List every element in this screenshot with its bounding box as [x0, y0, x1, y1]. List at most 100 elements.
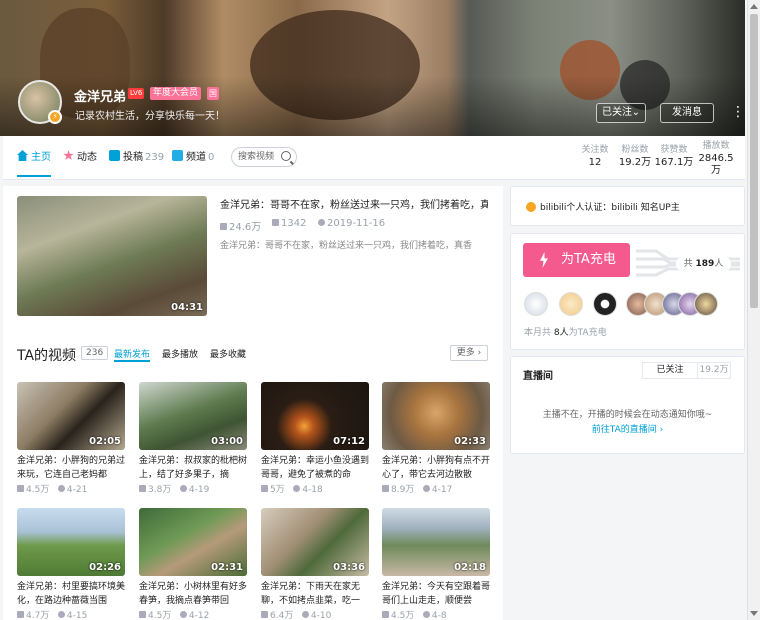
video-meta: 5万 4-18 — [261, 482, 323, 495]
tab-dynamic-label: 动态 — [77, 152, 97, 163]
supporter-avatar[interactable] — [593, 292, 617, 316]
supporter-avatar[interactable] — [524, 292, 548, 316]
video-meta: 6.4万 4-10 — [261, 608, 331, 620]
play-icon — [382, 611, 389, 618]
tab-channel-count: 0 — [208, 152, 215, 163]
live-offline-message: 主播不在，开播的时候会在动态通知你哦~ — [542, 410, 713, 420]
space-nav: 主页 动态 投稿 239 频道 0 搜索视频 关注数 12 粉丝数 19.2万 获赞数 1… — [3, 136, 745, 180]
tab-home[interactable]: 主页 — [17, 150, 51, 177]
supporter-avatar[interactable] — [559, 292, 583, 316]
sort-most-played[interactable]: 最多播放 — [162, 347, 198, 360]
clock-icon — [301, 611, 309, 618]
avatar[interactable]: ⚡ — [18, 80, 62, 124]
video-meta: 4.5万 4-12 — [139, 608, 209, 620]
stat-fans[interactable]: 粉丝数 19.2万 — [615, 144, 655, 169]
sort-most-favorited[interactable]: 最多收藏 — [210, 347, 246, 360]
video-plays: 6.4万 — [270, 611, 294, 620]
video-thumbnail[interactable]: 02:26 — [17, 508, 125, 576]
video-title[interactable]: 金洋兄弟：今天有空跟着哥哥们上山走走，顺便尝 — [382, 580, 490, 608]
vip-nameplate-icon: 国 — [207, 87, 219, 100]
more-dots-icon[interactable]: ⋮ — [731, 103, 745, 123]
video-thumbnail[interactable]: 07:12 — [261, 382, 369, 450]
stat-following-label: 关注数 — [581, 145, 609, 155]
stat-fans-label: 粉丝数 — [621, 145, 649, 155]
featured-plays: 24.6万 — [220, 218, 261, 233]
stat-plays-value: 2846.5万 — [698, 153, 734, 176]
video-duration: 02:05 — [89, 436, 121, 447]
video-title[interactable]: 金洋兄弟：叔叔家的枇杷树上，结了好多果子，摘 — [139, 454, 247, 482]
stat-plays-label: 播放数 — [702, 141, 730, 151]
stat-following[interactable]: 关注数 12 — [577, 144, 613, 169]
scrollbar-thumb[interactable] — [750, 14, 758, 308]
video-plays: 5万 — [270, 485, 285, 495]
featured-video-thumbnail[interactable]: 04:31 — [17, 196, 207, 316]
space-page: ⚡ 金洋兄弟 LV6 年度大会员 国 记录农村生活，分享快乐每一天！ 已关注 ⌄ … — [0, 0, 760, 620]
vertical-scrollbar[interactable] — [747, 0, 760, 620]
scroll-up-arrow-icon[interactable] — [750, 4, 758, 9]
charge-total: 共 189人 — [676, 256, 731, 272]
video-title[interactable]: 金洋兄弟：村里要搞环境美化，在路边种蔷薇当围 — [17, 580, 125, 608]
featured-danmaku-value: 1342 — [281, 218, 307, 229]
home-icon — [17, 150, 28, 161]
play-icon — [139, 485, 146, 492]
auth-text: bilibili个人认证：bilibili 知名UP主 — [540, 203, 680, 213]
video-thumbnail[interactable]: 03:36 — [261, 508, 369, 576]
video-plays: 3.8万 — [148, 485, 172, 495]
featured-video-title[interactable]: 金洋兄弟：哥哥不在家，粉丝送过来一只鸡，我们拷着吃，真香 — [220, 196, 488, 211]
play-icon — [139, 611, 146, 618]
video-title[interactable]: 金洋兄弟：幸运小鱼没遇到哥哥，避免了被煮的命 — [261, 454, 369, 482]
featured-plays-value: 24.6万 — [229, 222, 262, 233]
live-room-link[interactable]: 前往TA的直播间 › — [510, 422, 745, 435]
video-date: 4-15 — [66, 611, 88, 620]
charge-button[interactable]: 为TA充电 — [523, 243, 630, 277]
stat-following-value: 12 — [588, 157, 602, 168]
video-meta: 8.9万 4-17 — [382, 482, 452, 495]
tab-upload[interactable]: 投稿 239 — [109, 150, 164, 166]
video-meta: 4.5万 4-8 — [382, 608, 447, 620]
upload-icon — [109, 150, 120, 161]
supporter-avatar[interactable] — [694, 292, 718, 316]
video-thumbnail[interactable]: 02:18 — [382, 508, 490, 576]
video-title[interactable]: 金洋兄弟：小树林里有好多春笋，我摘点春笋带回 — [139, 580, 247, 608]
live-title: 直播间 — [523, 371, 553, 382]
tab-channel[interactable]: 频道 0 — [172, 150, 214, 166]
video-thumbnail[interactable]: 02:05 — [17, 382, 125, 450]
follow-button[interactable]: 已关注 ⌄ — [596, 103, 646, 123]
follow-label: 已关注 — [602, 107, 632, 118]
message-button[interactable]: 发消息 — [660, 103, 714, 123]
video-plays: 4.5万 — [148, 611, 172, 620]
video-title[interactable]: 金洋兄弟：小胖狗有点不开心了，带它去河边散散 — [382, 454, 490, 482]
live-follow-button[interactable]: 已关注 — [642, 362, 698, 379]
channel-icon — [172, 150, 183, 161]
video-title[interactable]: 金洋兄弟：下雨天在家无聊，不如拷点韭菜，吃一 — [261, 580, 369, 608]
video-duration: 03:36 — [333, 562, 365, 573]
scroll-down-arrow-icon[interactable] — [750, 611, 758, 616]
tab-upload-label: 投稿 — [123, 152, 143, 163]
video-date: 4-10 — [310, 611, 332, 620]
sort-latest[interactable]: 最新发布 — [114, 347, 151, 362]
level-badge: LV6 — [128, 88, 145, 99]
clock-icon — [293, 485, 301, 492]
video-thumbnail[interactable]: 03:00 — [139, 382, 247, 450]
video-title[interactable]: 金洋兄弟：小胖狗的兄弟过来玩，它连自己老妈都 — [17, 454, 125, 482]
video-thumbnail[interactable]: 02:31 — [139, 508, 247, 576]
more-videos-button[interactable]: 更多 › — [450, 345, 488, 361]
clock-icon — [422, 485, 430, 492]
clock-icon — [179, 611, 187, 618]
chevron-down-icon: ⌄ — [631, 107, 640, 118]
vip-badge[interactable]: 年度大会员 — [150, 87, 202, 100]
video-thumbnail[interactable]: 02:33 — [382, 382, 490, 450]
charge-total-suffix: 人 — [714, 259, 724, 269]
play-icon — [220, 223, 227, 230]
clock-icon — [179, 485, 187, 492]
search-icon[interactable] — [281, 151, 291, 161]
play-icon — [382, 485, 389, 492]
play-icon — [261, 611, 268, 618]
video-plays: 8.9万 — [391, 485, 415, 495]
tab-dynamic[interactable]: 动态 — [63, 150, 97, 166]
charge-label: 为TA充电 — [561, 252, 616, 267]
search-input[interactable]: 搜索视频 — [231, 147, 297, 167]
danmaku-icon — [272, 219, 279, 226]
video-meta: 3.8万 4-19 — [139, 482, 209, 495]
video-meta: 4.7万 4-15 — [17, 608, 87, 620]
